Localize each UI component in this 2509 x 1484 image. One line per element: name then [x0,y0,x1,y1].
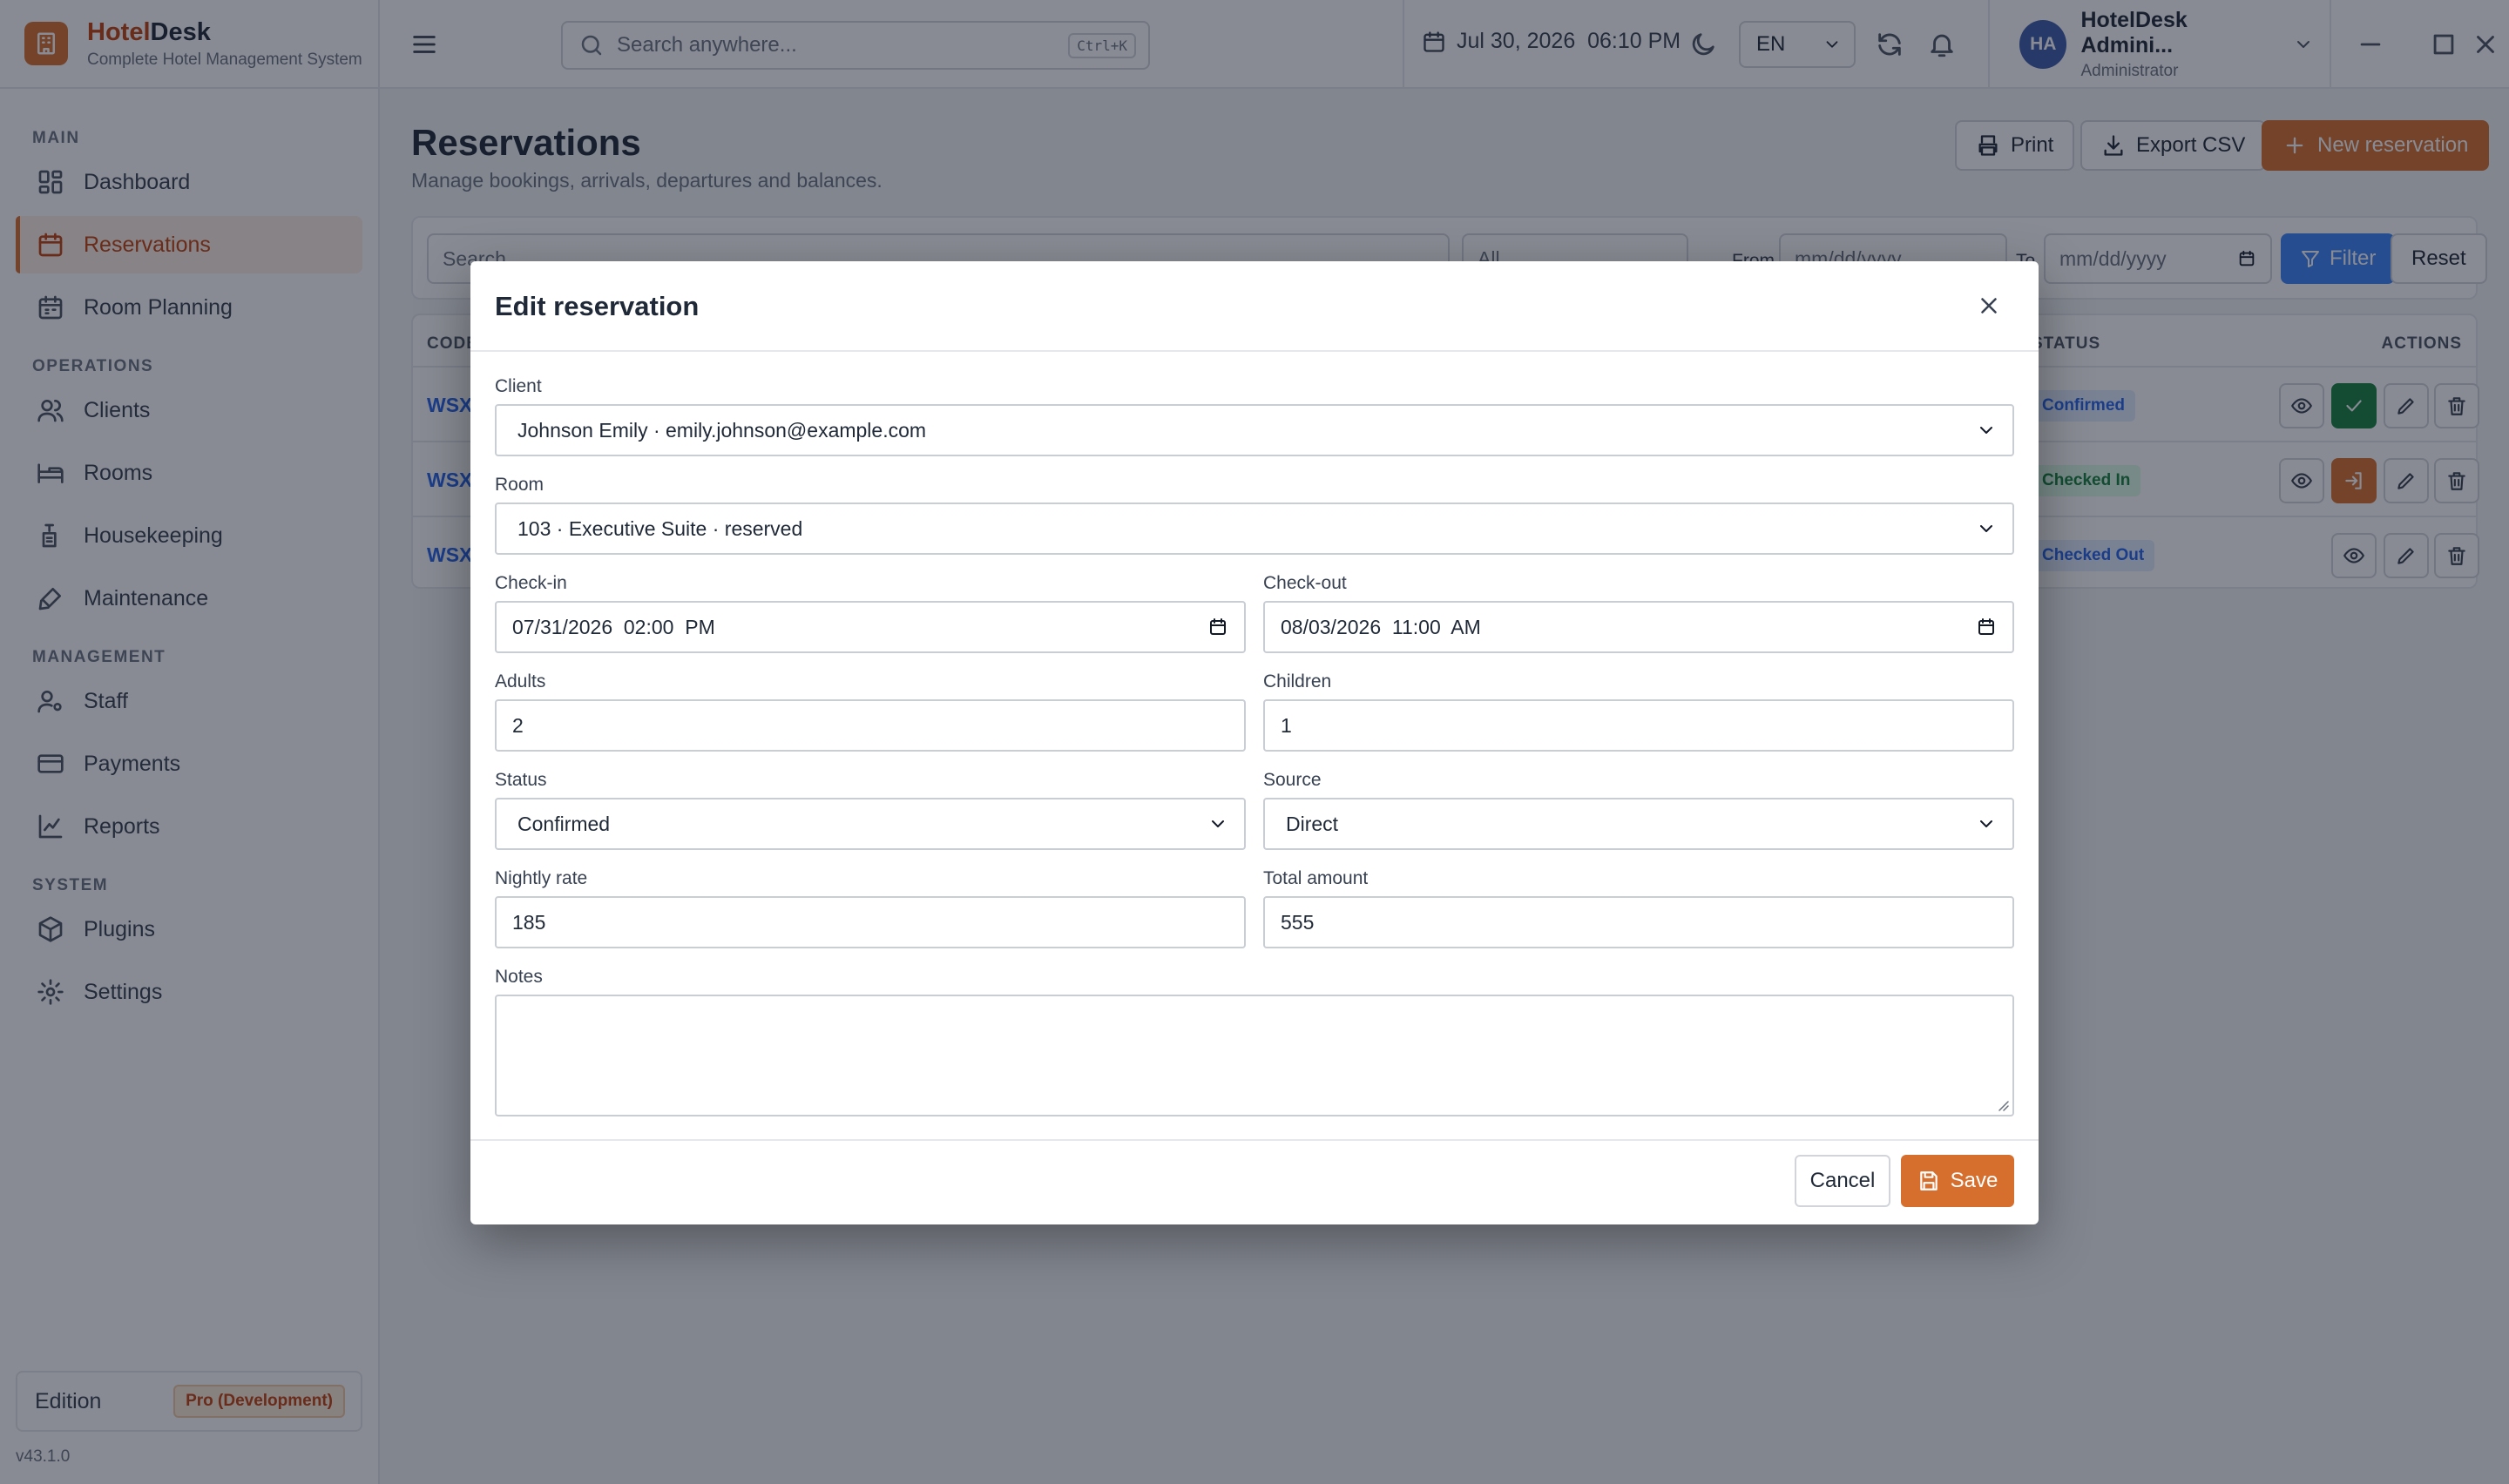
status-value: Confirmed [517,812,611,835]
save-label: Save [1950,1169,1998,1192]
checkin-value: 07/31/2026 02:00 PM [512,615,715,638]
chevron-down-icon [1976,420,1997,441]
nightly-rate-label: Nightly rate [495,868,588,888]
status-select[interactable]: Confirmed [495,798,1246,850]
close-icon[interactable] [1976,293,2002,319]
modal-footer: Cancel Save [470,1139,2039,1224]
adults-label: Adults [495,671,546,691]
source-select[interactable]: Direct [1263,798,2014,850]
checkin-label: Check-in [495,573,567,593]
checkout-datetime-input[interactable]: 08/03/2026 11:00 AM [1263,601,2014,653]
notes-textarea[interactable] [495,995,2014,1116]
client-value: Johnson Emily · emily.johnson@example.co… [517,418,927,442]
checkin-datetime-input[interactable]: 07/31/2026 02:00 PM [495,601,1246,653]
total-amount-value: 555 [1281,910,1315,934]
room-value: 103 · Executive Suite · reserved [517,516,803,540]
nightly-rate-input[interactable]: 185 [495,896,1246,948]
chevron-down-icon [1976,813,1997,834]
status-label: Status [495,770,547,790]
calendar-icon[interactable] [1976,617,1997,637]
client-label: Client [495,376,542,396]
client-select[interactable]: Johnson Emily · emily.johnson@example.co… [495,404,2014,456]
edit-reservation-modal: Edit reservation Client Johnson Emily · … [470,261,2039,1224]
room-label: Room [495,475,544,495]
total-amount-label: Total amount [1263,868,1369,888]
room-select[interactable]: 103 · Executive Suite · reserved [495,503,2014,555]
source-label: Source [1263,770,1322,790]
source-value: Direct [1286,812,1339,835]
chevron-down-icon [1976,518,1997,539]
notes-label: Notes [495,967,543,987]
save-disk-icon [1917,1170,1940,1192]
adults-value: 2 [512,713,524,737]
modal-title: Edit reservation [495,291,700,321]
children-input[interactable]: 1 [1263,699,2014,752]
children-label: Children [1263,671,1332,691]
modal-header: Edit reservation [470,261,2039,352]
total-amount-input[interactable]: 555 [1263,896,2014,948]
children-value: 1 [1281,713,1292,737]
cancel-button[interactable]: Cancel [1795,1155,1890,1207]
chevron-down-icon [1207,813,1228,834]
checkout-label: Check-out [1263,573,1347,593]
save-button[interactable]: Save [1901,1155,2014,1207]
checkout-value: 08/03/2026 11:00 AM [1281,615,1481,638]
calendar-icon[interactable] [1207,617,1228,637]
resize-handle-icon[interactable] [1997,1099,2009,1111]
adults-input[interactable]: 2 [495,699,1246,752]
nightly-rate-value: 185 [512,910,546,934]
